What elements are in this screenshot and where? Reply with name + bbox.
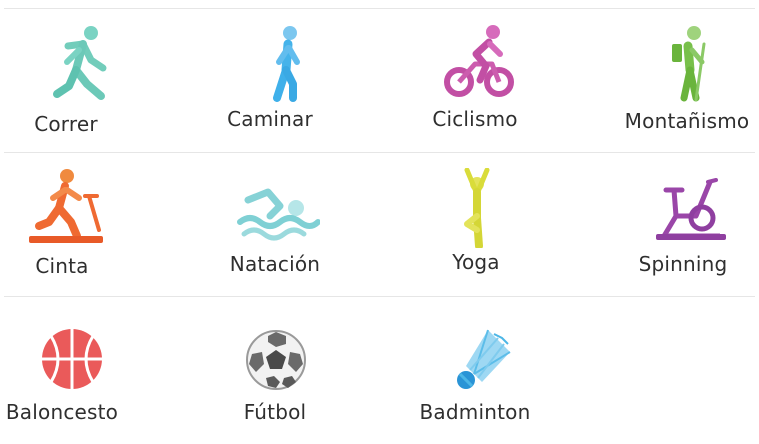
hiking-icon bbox=[642, 22, 732, 102]
activity-tile-yoga[interactable]: Yoga bbox=[406, 168, 546, 288]
row-divider-1 bbox=[4, 152, 755, 153]
spinning-bike-icon bbox=[638, 172, 728, 252]
activity-label: Badminton bbox=[419, 400, 531, 424]
activity-tile-badminton[interactable]: Badminton bbox=[405, 324, 545, 444]
treadmill-icon bbox=[17, 168, 107, 248]
soccer-ball-icon bbox=[230, 324, 320, 404]
activity-tile-caminar[interactable]: Caminar bbox=[200, 22, 340, 142]
activity-label: Ciclismo bbox=[432, 107, 518, 131]
walking-icon bbox=[225, 22, 315, 102]
activity-label: Fútbol bbox=[243, 400, 307, 424]
activity-label: Baloncesto bbox=[5, 400, 119, 424]
swimming-icon bbox=[230, 172, 320, 252]
activity-tile-baloncesto[interactable]: Baloncesto bbox=[0, 324, 132, 444]
cycling-icon bbox=[430, 22, 520, 102]
activity-label: Natación bbox=[229, 252, 321, 276]
activity-tile-correr[interactable]: Correr bbox=[0, 22, 136, 142]
running-icon bbox=[21, 22, 111, 102]
basketball-icon bbox=[17, 324, 107, 404]
activity-label: Yoga bbox=[452, 250, 500, 274]
activity-label: Spinning bbox=[638, 252, 728, 276]
activity-tile-futbol[interactable]: Fútbol bbox=[205, 324, 345, 444]
activity-label: Correr bbox=[34, 112, 98, 136]
activity-label: Cinta bbox=[35, 254, 89, 278]
activity-tile-montanismo[interactable]: Montañismo bbox=[617, 22, 757, 142]
yoga-icon bbox=[431, 168, 521, 248]
top-divider bbox=[4, 8, 755, 9]
activity-tile-ciclismo[interactable]: Ciclismo bbox=[405, 22, 545, 142]
activity-tile-natacion[interactable]: Natación bbox=[205, 172, 345, 292]
activity-tile-cinta[interactable]: Cinta bbox=[0, 168, 132, 288]
row-divider-2 bbox=[4, 296, 755, 297]
activity-tile-spinning[interactable]: Spinning bbox=[613, 172, 753, 292]
shuttlecock-icon bbox=[430, 324, 520, 404]
activity-label: Montañismo bbox=[624, 109, 750, 133]
activity-label: Caminar bbox=[227, 107, 313, 131]
